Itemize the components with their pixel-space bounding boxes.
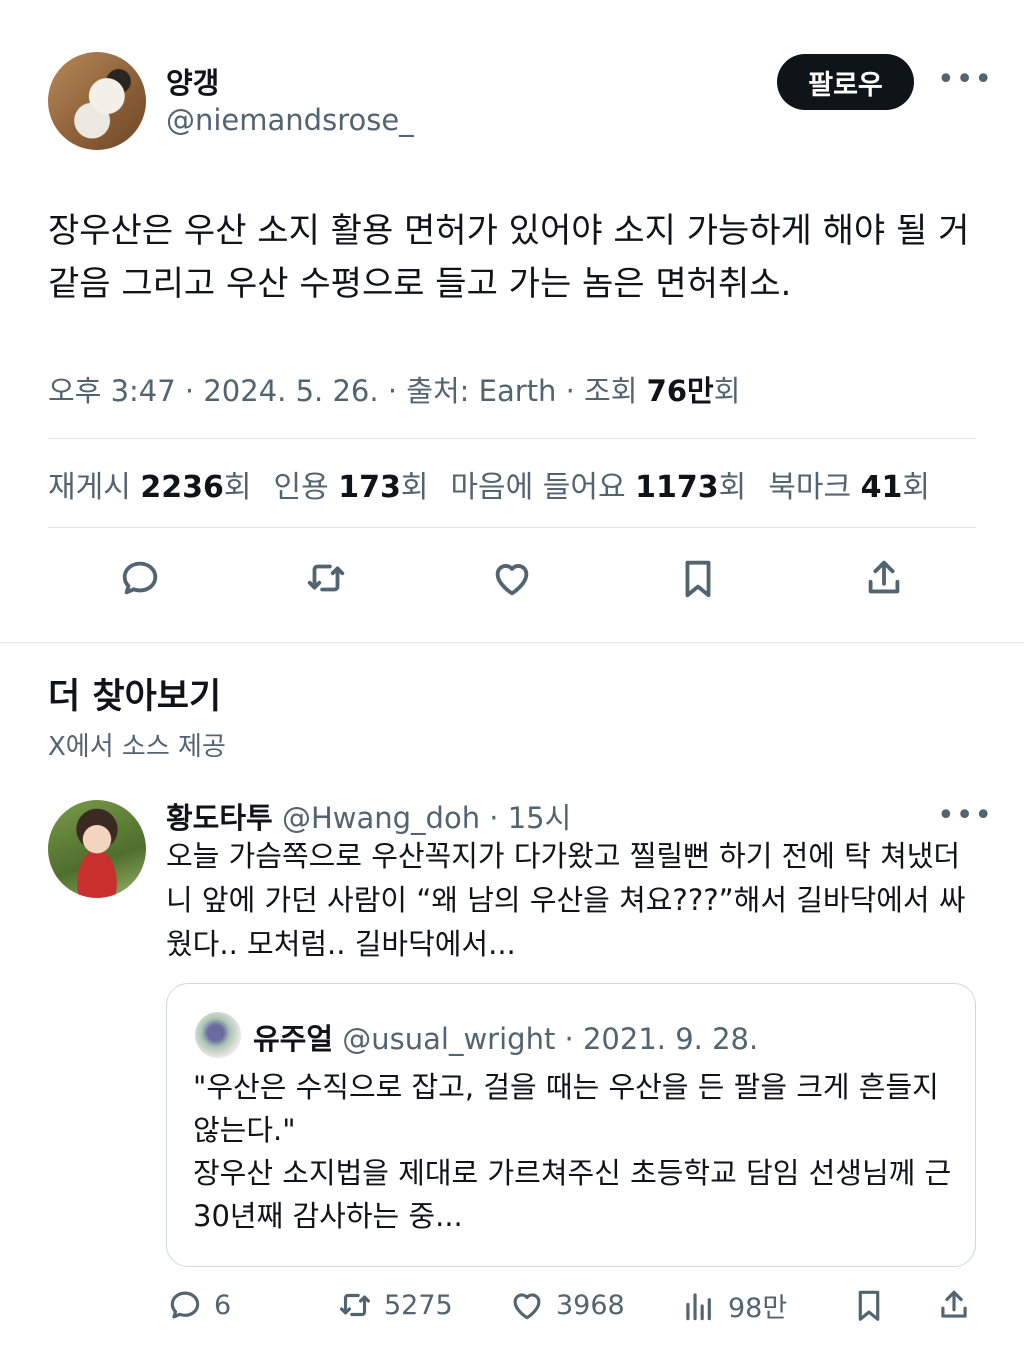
related-bookmark-button[interactable] [850,1286,888,1324]
related-handle[interactable]: @Hwang_doh [282,801,480,835]
share-icon [941,1290,967,1318]
like-icon[interactable] [487,553,537,603]
repost-icon[interactable] [301,553,351,603]
related-time[interactable]: 15시 [508,801,572,835]
follow-button[interactable]: 팔로우 [777,54,914,110]
quote-line-1: "우산은 수직으로 잡고, 걸을 때는 우산을 든 팔을 크게 흔들지 않는다.… [193,1070,939,1147]
reply-icon[interactable] [115,553,165,603]
views-prefix: 조회 [584,374,638,408]
author-handle[interactable]: @niemandsrose_ [166,103,414,137]
related-repost-button[interactable]: 5275 [336,1286,453,1324]
reply-icon [170,1291,200,1319]
tweet-date[interactable]: 2024. 5. 26. [203,374,378,408]
related-name[interactable]: 황도타투 [166,801,273,835]
quote-handle: @usual_wright [342,1022,556,1056]
more-options-icon[interactable]: ••• [937,65,993,95]
related-action-bar: 6 5275 3968 98만 [0,1286,1024,1328]
like-icon [513,1293,541,1320]
related-text: 오늘 가슴쪽으로 우산꼭지가 다가왔고 찔릴뻔 하기 전에 탁 쳐냈더니 앞에 … [166,839,966,961]
reply-count: 6 [214,1289,232,1321]
quote-text: "우산은 수직으로 잡고, 걸을 때는 우산을 든 팔을 크게 흔들지 않는다.… [193,1066,953,1238]
repost-icon [339,1293,371,1317]
views-suffix: 회 [713,374,741,408]
engagement-stats: 재게시 2236회 인용 173회 마음에 들어요 1173회 북마크 41회 [48,462,930,506]
stat-bookmarks[interactable]: 북마크 41회 [768,462,930,506]
stat-quotes[interactable]: 인용 173회 [273,462,428,506]
tweet-source: 출처: Earth [406,374,557,408]
related-more-icon[interactable]: ••• [937,801,993,831]
related-avatar[interactable] [48,800,146,898]
related-share-button[interactable] [935,1286,973,1324]
related-header: 황도타투 @Hwang_doh · 15시 [166,801,572,835]
divider [48,527,976,528]
tweet-action-bar [0,553,1024,607]
stat-reposts[interactable]: 재게시 2236회 [48,462,251,506]
share-icon[interactable] [859,553,909,603]
bookmark-icon [858,1290,880,1321]
tweet-text: 장우산은 우산 소지 활용 면허가 있어야 소지 가능하게 해야 될 거 같음 … [48,211,970,304]
related-like-button[interactable]: 3968 [508,1286,625,1324]
discover-subtitle: X에서 소스 제공 [48,732,226,762]
quote-name: 유주얼 [253,1022,334,1056]
related-reply-button[interactable]: 6 [166,1286,231,1324]
quoted-tweet[interactable]: 유주얼 @usual_wright · 2021. 9. 28. "우산은 수직… [166,983,976,1267]
tweet-time[interactable]: 오후 3:47 [48,374,176,408]
repost-count: 5275 [384,1289,453,1321]
quote-date: 2021. 9. 28. [582,1022,759,1056]
discover-title: 더 찾아보기 [48,677,222,717]
author-avatar[interactable] [48,52,146,150]
analytics-icon [686,1292,711,1320]
quote-header: 유주얼 @usual_wright · 2021. 9. 28. [253,1022,759,1056]
divider [48,438,976,439]
section-divider [0,642,1024,643]
related-views-button[interactable]: 98만 [680,1286,787,1325]
tweet-meta: 오후 3:47 · 2024. 5. 26. · 출처: Earth · 조회 … [48,374,741,408]
like-count: 3968 [556,1289,625,1321]
views-count: 98만 [728,1293,788,1324]
author-name[interactable]: 양갱 [166,60,219,102]
views-count: 76만 [646,374,714,408]
stat-likes[interactable]: 마음에 들어요 1173회 [450,462,746,506]
bookmark-icon[interactable] [673,553,723,603]
quote-line-2: 장우산 소지법을 제대로 가르쳐주신 초등학교 담임 선생님께 근 30년째 감… [193,1156,952,1233]
quote-avatar [195,1012,241,1058]
